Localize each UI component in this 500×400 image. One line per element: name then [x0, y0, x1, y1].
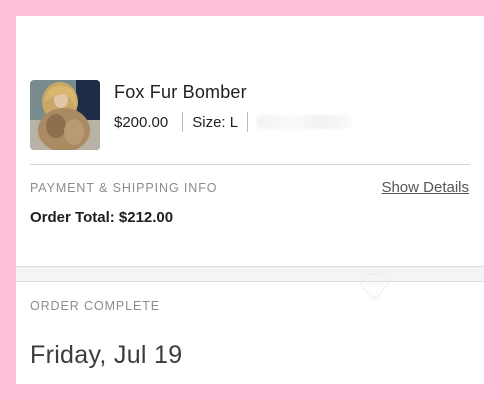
product-name[interactable]: Fox Fur Bomber — [114, 82, 352, 103]
payment-shipping-label: PAYMENT & SHIPPING INFO — [30, 181, 218, 195]
product-size: Size: L — [192, 113, 239, 131]
watermark-icon — [359, 273, 389, 302]
product-thumbnail[interactable] — [30, 80, 100, 150]
product-photo-icon — [30, 80, 100, 150]
order-total: Order Total: $212.00 — [30, 209, 174, 226]
order-card: Fox Fur Bomber $200.00 Size: L PAYMENT &… — [16, 16, 484, 384]
order-item[interactable]: Fox Fur Bomber $200.00 Size: L — [30, 80, 353, 150]
show-details-link[interactable]: Show Details — [381, 179, 469, 196]
section-separator — [16, 266, 484, 282]
product-price: $200.00 — [114, 113, 169, 131]
redacted-text — [256, 115, 353, 129]
order-complete-label: ORDER COMPLETE — [30, 299, 160, 313]
section-divider — [30, 164, 470, 165]
order-date: Friday, Jul 19 — [30, 341, 183, 369]
meta-divider — [247, 112, 249, 132]
meta-divider — [182, 112, 184, 132]
